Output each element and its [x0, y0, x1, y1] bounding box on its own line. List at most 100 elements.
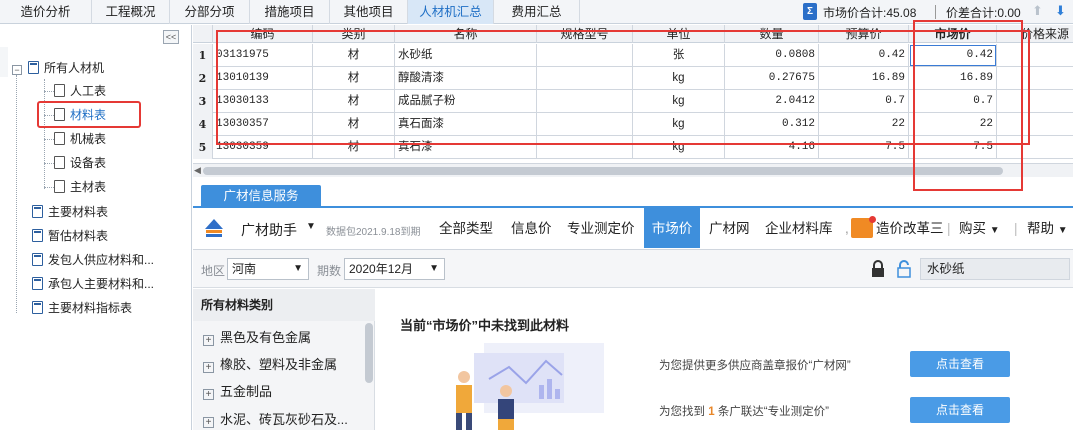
- arrow-up-icon[interactable]: ⬆: [1032, 3, 1043, 19]
- region-select[interactable]: 河南 ▼: [227, 258, 309, 280]
- tree-item-key-materials[interactable]: 主要材料表: [32, 202, 108, 222]
- tree-item-label: 主材表: [70, 180, 107, 194]
- material-category-panel: 所有材料类别 + 黑色及有色金属 + 橡胶、塑料及非金属 + 五金制品 + 水泥、砖瓦灰…: [193, 289, 375, 430]
- selection-highlight-box: [37, 101, 141, 128]
- tree-root[interactable]: − 所有人材机: [12, 58, 104, 78]
- category-item[interactable]: + 橡胶、塑料及非金属: [203, 355, 337, 375]
- tree-item-material-index[interactable]: 主要材料指标表: [32, 298, 132, 318]
- price-diff-total-text: 价差合计:0.00: [946, 6, 1021, 20]
- tab-project-overview[interactable]: 工程概况: [92, 0, 170, 24]
- buy-label: 购买: [959, 221, 986, 236]
- table-icon: [32, 253, 43, 266]
- tree-item-labor[interactable]: 人工表: [54, 81, 106, 101]
- nav-gcw[interactable]: 广材网: [709, 208, 750, 248]
- row-number[interactable]: 3: [193, 90, 213, 113]
- arrow-down-icon[interactable]: ⬇: [1055, 3, 1066, 19]
- row-number[interactable]: 2: [193, 67, 213, 90]
- nav-market-price[interactable]: 市场价: [644, 208, 700, 248]
- tab-measures[interactable]: 措施项目: [250, 0, 330, 24]
- professional-price-text: 为您找到 1 条广联达“专业测定价”: [659, 403, 829, 419]
- caret-down-icon: ▼: [989, 225, 1000, 236]
- category-item[interactable]: + 黑色及有色金属: [203, 328, 311, 348]
- caret-down-icon: ▼: [293, 263, 303, 274]
- tree-line: [44, 91, 54, 92]
- tab-divisional-items[interactable]: 分部分项: [170, 0, 250, 24]
- scrollbar-thumb[interactable]: [203, 167, 1003, 175]
- category-item[interactable]: + 水泥、砖瓦灰砂石及...: [203, 410, 348, 430]
- category-panel-title: 所有材料类别: [193, 289, 375, 321]
- period-select[interactable]: 2020年12月 ▼: [344, 258, 445, 280]
- data-package-expiry: 数据包2021.9.18到期: [326, 227, 421, 238]
- table-icon: [32, 229, 43, 242]
- tree-item-main-material[interactable]: 主材表: [54, 177, 106, 197]
- row-number[interactable]: 5: [193, 136, 213, 159]
- material-helper-logo-icon: [205, 219, 223, 237]
- expand-icon[interactable]: +: [203, 389, 214, 400]
- category-label: 五金制品: [220, 384, 273, 399]
- tab-labor-material-summary[interactable]: 人材机汇总: [408, 0, 494, 24]
- document-icon: [54, 84, 65, 97]
- found-suffix: 条广联达“专业测定价”: [717, 406, 829, 418]
- vertical-scrollbar-thumb[interactable]: [365, 323, 373, 383]
- material-search-input[interactable]: 水砂纸: [920, 258, 1070, 280]
- filter-bar: 地区 河南 ▼ 期数 2020年12月 ▼ 水砂纸: [193, 250, 1073, 288]
- collapse-icon[interactable]: −: [12, 65, 22, 75]
- view-gcw-button[interactable]: 点击查看: [910, 351, 1010, 377]
- help-menu[interactable]: 帮助 ▼: [1027, 208, 1068, 248]
- tree-item-label: 主要材料表: [48, 205, 109, 219]
- nav-info-price[interactable]: 信息价: [511, 208, 552, 248]
- tab-material-info-service[interactable]: 广材信息服务: [201, 185, 321, 207]
- table-icon: [32, 277, 43, 290]
- material-helper-menu[interactable]: 广材助手: [241, 220, 297, 240]
- tree-item-label: 承包人主要材料和...: [48, 277, 155, 291]
- expand-icon[interactable]: +: [203, 335, 214, 346]
- nav-enterprise-library[interactable]: 企业材料库: [765, 208, 833, 248]
- region-value: 河南: [232, 262, 257, 276]
- buy-menu[interactable]: 购买 ▼: [959, 208, 1000, 248]
- unlock-icon[interactable]: [896, 260, 912, 278]
- nav-cost-reform[interactable]: 造价改革三: [876, 208, 944, 248]
- sum-icon: Σ: [803, 3, 817, 20]
- tree-item-machinery[interactable]: 机械表: [54, 129, 106, 149]
- divider: [935, 5, 936, 19]
- table-icon: [32, 301, 43, 314]
- tree-item-owner-supplied[interactable]: 发包人供应材料和...: [32, 250, 154, 270]
- divider: |: [947, 221, 951, 236]
- material-helper-toolbar: 广材助手 ▼ 数据包2021.9.18到期 全部类型 信息价 专业测定价 市场价…: [193, 208, 1073, 250]
- expand-icon[interactable]: +: [203, 362, 214, 373]
- lock-icon[interactable]: [871, 260, 885, 278]
- row-number[interactable]: 1: [193, 44, 213, 67]
- tree-item-label: 发包人供应材料和...: [48, 253, 155, 267]
- tree-item-equipment[interactable]: 设备表: [54, 153, 106, 173]
- category-item[interactable]: + 五金制品: [203, 382, 272, 402]
- tree-item-label: 人工表: [70, 84, 107, 98]
- row-number[interactable]: 4: [193, 113, 213, 136]
- tree-line: [44, 187, 54, 188]
- tab-cost-analysis[interactable]: 造价分析: [0, 0, 92, 24]
- category-label: 橡胶、塑料及非金属: [220, 357, 338, 372]
- table-icon: [32, 205, 43, 218]
- row-number-header: [193, 25, 213, 43]
- view-professional-price-button[interactable]: 点击查看: [910, 397, 1010, 423]
- found-count: 1: [708, 406, 715, 418]
- tab-fee-summary[interactable]: 费用汇总: [494, 0, 580, 24]
- not-found-message: 当前“市场价”中未找到此材料: [400, 318, 570, 333]
- tree-item-label: 主要材料指标表: [48, 301, 133, 315]
- tree-item-provisional-materials[interactable]: 暂估材料表: [32, 226, 108, 246]
- document-icon: [54, 132, 65, 145]
- collapse-panel-button[interactable]: <<: [163, 30, 179, 44]
- search-result-panel: 当前“市场价”中未找到此材料 为您提供更多供应商盖章报价“广材网” 点击查看 为…: [376, 289, 1073, 430]
- table-highlight-box: [216, 30, 1030, 145]
- caret-down-icon: ▼: [1057, 225, 1068, 236]
- tree-item-contractor-main[interactable]: 承包人主要材料和...: [32, 274, 154, 294]
- tab-other-items[interactable]: 其他项目: [330, 0, 408, 24]
- nav-all-types[interactable]: 全部类型: [439, 208, 493, 248]
- nav-professional-price[interactable]: 专业测定价: [567, 208, 635, 248]
- caret-down-icon[interactable]: ▼: [306, 221, 316, 232]
- expand-icon[interactable]: +: [203, 417, 214, 428]
- scroll-left-icon[interactable]: ◀: [194, 165, 201, 176]
- tree-item-label: 设备表: [70, 156, 107, 170]
- document-icon: [54, 180, 65, 193]
- found-prefix: 为您找到: [659, 406, 705, 418]
- tree-item-label: 机械表: [70, 132, 107, 146]
